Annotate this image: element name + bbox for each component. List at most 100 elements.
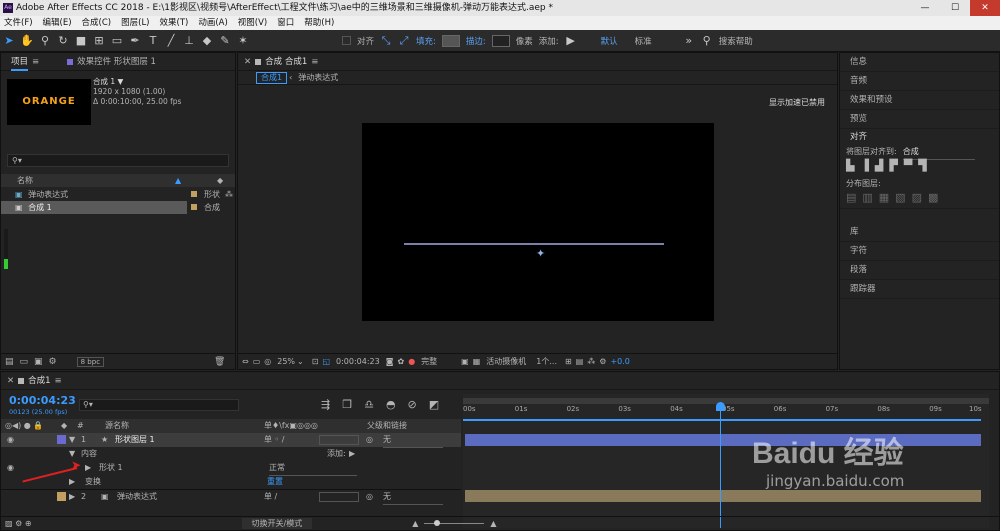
workspace-overflow-icon[interactable]: » bbox=[681, 33, 697, 49]
add-menu-icon[interactable]: ▶ bbox=[349, 447, 355, 461]
menu-effect[interactable]: 效果(T) bbox=[160, 16, 189, 30]
render-icon[interactable]: ⊞ bbox=[565, 357, 572, 366]
timeline-search-input[interactable]: ⚲▾ bbox=[79, 399, 239, 411]
new-folder-icon[interactable]: ▭ bbox=[20, 357, 29, 367]
index-col-icon[interactable]: # bbox=[77, 419, 84, 433]
viewer-timecode[interactable]: 0:00:04:23 bbox=[336, 357, 380, 366]
add-label[interactable]: 添加: bbox=[327, 447, 346, 461]
panel-paragraph[interactable]: 段落 bbox=[840, 261, 999, 280]
exposure-value[interactable]: +0.0 bbox=[610, 357, 629, 366]
close-button[interactable]: ✕ bbox=[970, 0, 1000, 16]
align-to-select[interactable]: 合成 bbox=[902, 145, 975, 160]
always-preview-icon[interactable]: ⇔ bbox=[242, 357, 249, 366]
stroke-color-swatch[interactable] bbox=[491, 34, 510, 47]
add-label[interactable]: 添加: bbox=[539, 35, 559, 47]
zoom-level[interactable]: 25% bbox=[277, 357, 295, 366]
render-time-icon[interactable]: ▨ ⚙ ⊕ bbox=[5, 519, 32, 528]
menu-window[interactable]: 窗口 bbox=[277, 16, 294, 30]
panel-effects-presets[interactable]: 效果和预设 bbox=[840, 91, 999, 110]
hand-tool-icon[interactable]: ✋ bbox=[19, 33, 35, 49]
add-menu-icon[interactable]: ▶ bbox=[563, 33, 579, 49]
fill-label[interactable]: 填充: bbox=[416, 35, 436, 47]
clone-stamp-tool-icon[interactable]: ⊥ bbox=[181, 33, 197, 49]
trash-icon[interactable]: 🗑 bbox=[214, 357, 225, 367]
snapshot-icon[interactable]: ◙ bbox=[386, 357, 394, 366]
menu-composition[interactable]: 合成(C) bbox=[82, 16, 112, 30]
table-row[interactable]: ▼ 内容 添加: ▶ bbox=[1, 447, 461, 461]
parent-select[interactable]: 无 bbox=[383, 433, 443, 448]
panel-preview[interactable]: 预览 bbox=[840, 110, 999, 129]
expand-icon[interactable]: ▶ bbox=[69, 490, 75, 504]
av-switches-icon[interactable]: ◎◀) ● 🔒 bbox=[5, 421, 43, 430]
parent-select[interactable]: 无 bbox=[383, 490, 443, 505]
search-help-icon[interactable]: ⚲ bbox=[699, 33, 715, 49]
panel-character[interactable]: 字符 bbox=[840, 242, 999, 261]
table-row[interactable]: ◉ ▼ 1 ★ 形状图层 1 单 ◦ / ◎ 无 bbox=[1, 433, 461, 448]
breadcrumb-layer[interactable]: 弹动表达式 bbox=[298, 71, 338, 85]
layer-switches[interactable]: 单 ◦ / bbox=[264, 433, 285, 447]
menu-animation[interactable]: 动画(A) bbox=[198, 16, 227, 30]
views-select[interactable]: 1个... bbox=[536, 356, 557, 367]
work-area-range[interactable] bbox=[463, 419, 981, 421]
table-row[interactable]: ▶ 2 ▣ 弹动表达式 单 / ◎ 无 bbox=[1, 489, 461, 505]
shape-group-label[interactable]: 形状 1 bbox=[99, 461, 123, 475]
search-help-input[interactable]: 搜索帮助 bbox=[719, 35, 753, 47]
fit-icon[interactable]: ⊡ bbox=[312, 357, 319, 366]
timeline-icon[interactable]: ▤ bbox=[576, 357, 584, 366]
toggle-switches-modes[interactable]: 切换开关/模式 bbox=[241, 518, 313, 529]
minimize-button[interactable]: — bbox=[910, 0, 940, 16]
timeline-tool-icons[interactable]: ⇶❒♎◓⊘◩ bbox=[321, 398, 451, 411]
new-comp-icon[interactable]: ▣ bbox=[34, 357, 43, 367]
type-tool-icon[interactable]: T bbox=[145, 33, 161, 49]
roto-brush-tool-icon[interactable]: ✎ bbox=[217, 33, 233, 49]
menu-file[interactable]: 文件(F) bbox=[4, 16, 33, 30]
visibility-icon[interactable]: ◉ bbox=[7, 463, 14, 472]
transparency-icon[interactable]: ◱ bbox=[322, 357, 330, 366]
tab-project[interactable]: 项目 bbox=[11, 53, 29, 71]
eraser-tool-icon[interactable]: ◆ bbox=[199, 33, 215, 49]
zoom-slider[interactable] bbox=[424, 520, 485, 526]
workspace-standard[interactable]: 标准 bbox=[635, 35, 652, 47]
channel-icon[interactable]: ● bbox=[408, 357, 415, 366]
menu-view[interactable]: 视图(V) bbox=[238, 16, 267, 30]
panel-libraries[interactable]: 库 bbox=[840, 223, 999, 242]
panel-tracker[interactable]: 跟踪器 bbox=[840, 280, 999, 299]
shape-layer-line[interactable] bbox=[404, 243, 664, 245]
expand-icon[interactable]: ▼ bbox=[69, 433, 75, 447]
table-row[interactable]: ▶ 变换 重置 bbox=[1, 475, 461, 489]
tab-menu-icon[interactable]: ≡ bbox=[55, 372, 62, 390]
pickwhip-icon[interactable]: ◎ bbox=[366, 490, 373, 504]
list-item[interactable]: ▣ 合成 1 合成 bbox=[1, 201, 220, 214]
layer-mode-switches[interactable] bbox=[319, 435, 359, 445]
zoom-out-icon[interactable]: ▲ bbox=[412, 519, 418, 528]
selection-tool-icon[interactable]: ➤ bbox=[1, 33, 17, 49]
close-tab-icon[interactable]: ✕ bbox=[244, 53, 251, 71]
panel-info[interactable]: 信息 bbox=[840, 53, 999, 72]
snap-contract-icon[interactable]: ⤢ bbox=[396, 33, 412, 49]
layer-switches[interactable]: 单 / bbox=[264, 490, 277, 504]
playhead[interactable] bbox=[715, 402, 725, 528]
transform-label[interactable]: 变换 bbox=[85, 475, 101, 489]
reset-link[interactable]: 重置 bbox=[267, 475, 283, 489]
maximize-button[interactable]: ☐ bbox=[940, 0, 970, 16]
tab-menu-icon[interactable]: ≡ bbox=[311, 53, 318, 71]
settings-icon[interactable]: ⚙ bbox=[49, 357, 57, 367]
fast-preview-icon[interactable]: ⚙ bbox=[599, 357, 606, 366]
layer-name[interactable]: 形状图层 1 bbox=[115, 433, 155, 447]
camera-select[interactable]: 活动摄像机 bbox=[486, 356, 526, 367]
pan-behind-tool-icon[interactable]: ⊞ bbox=[91, 33, 107, 49]
grid-icon[interactable]: ▦ bbox=[473, 357, 481, 366]
align-buttons[interactable]: ▙▐▟▛▀▜ bbox=[840, 159, 999, 177]
sort-asc-icon[interactable]: ▲ bbox=[175, 174, 181, 187]
tab-menu-icon[interactable]: ≡ bbox=[32, 53, 39, 71]
work-area-bar[interactable] bbox=[463, 398, 989, 404]
layer-name[interactable]: 弹动表达式 bbox=[117, 490, 157, 504]
zoom-in-icon[interactable]: ▲ bbox=[490, 519, 496, 528]
anchor-point-icon[interactable]: ✦ bbox=[536, 247, 545, 260]
comp-name[interactable]: 合成 1 ▼ bbox=[93, 77, 181, 87]
blend-mode-select[interactable]: 正常 bbox=[269, 461, 357, 476]
menu-help[interactable]: 帮助(H) bbox=[304, 16, 334, 30]
visibility-icon[interactable]: ◉ bbox=[7, 435, 14, 444]
zoom-tool-icon[interactable]: ⚲ bbox=[37, 33, 53, 49]
pen-tool-icon[interactable]: ✒ bbox=[127, 33, 143, 49]
